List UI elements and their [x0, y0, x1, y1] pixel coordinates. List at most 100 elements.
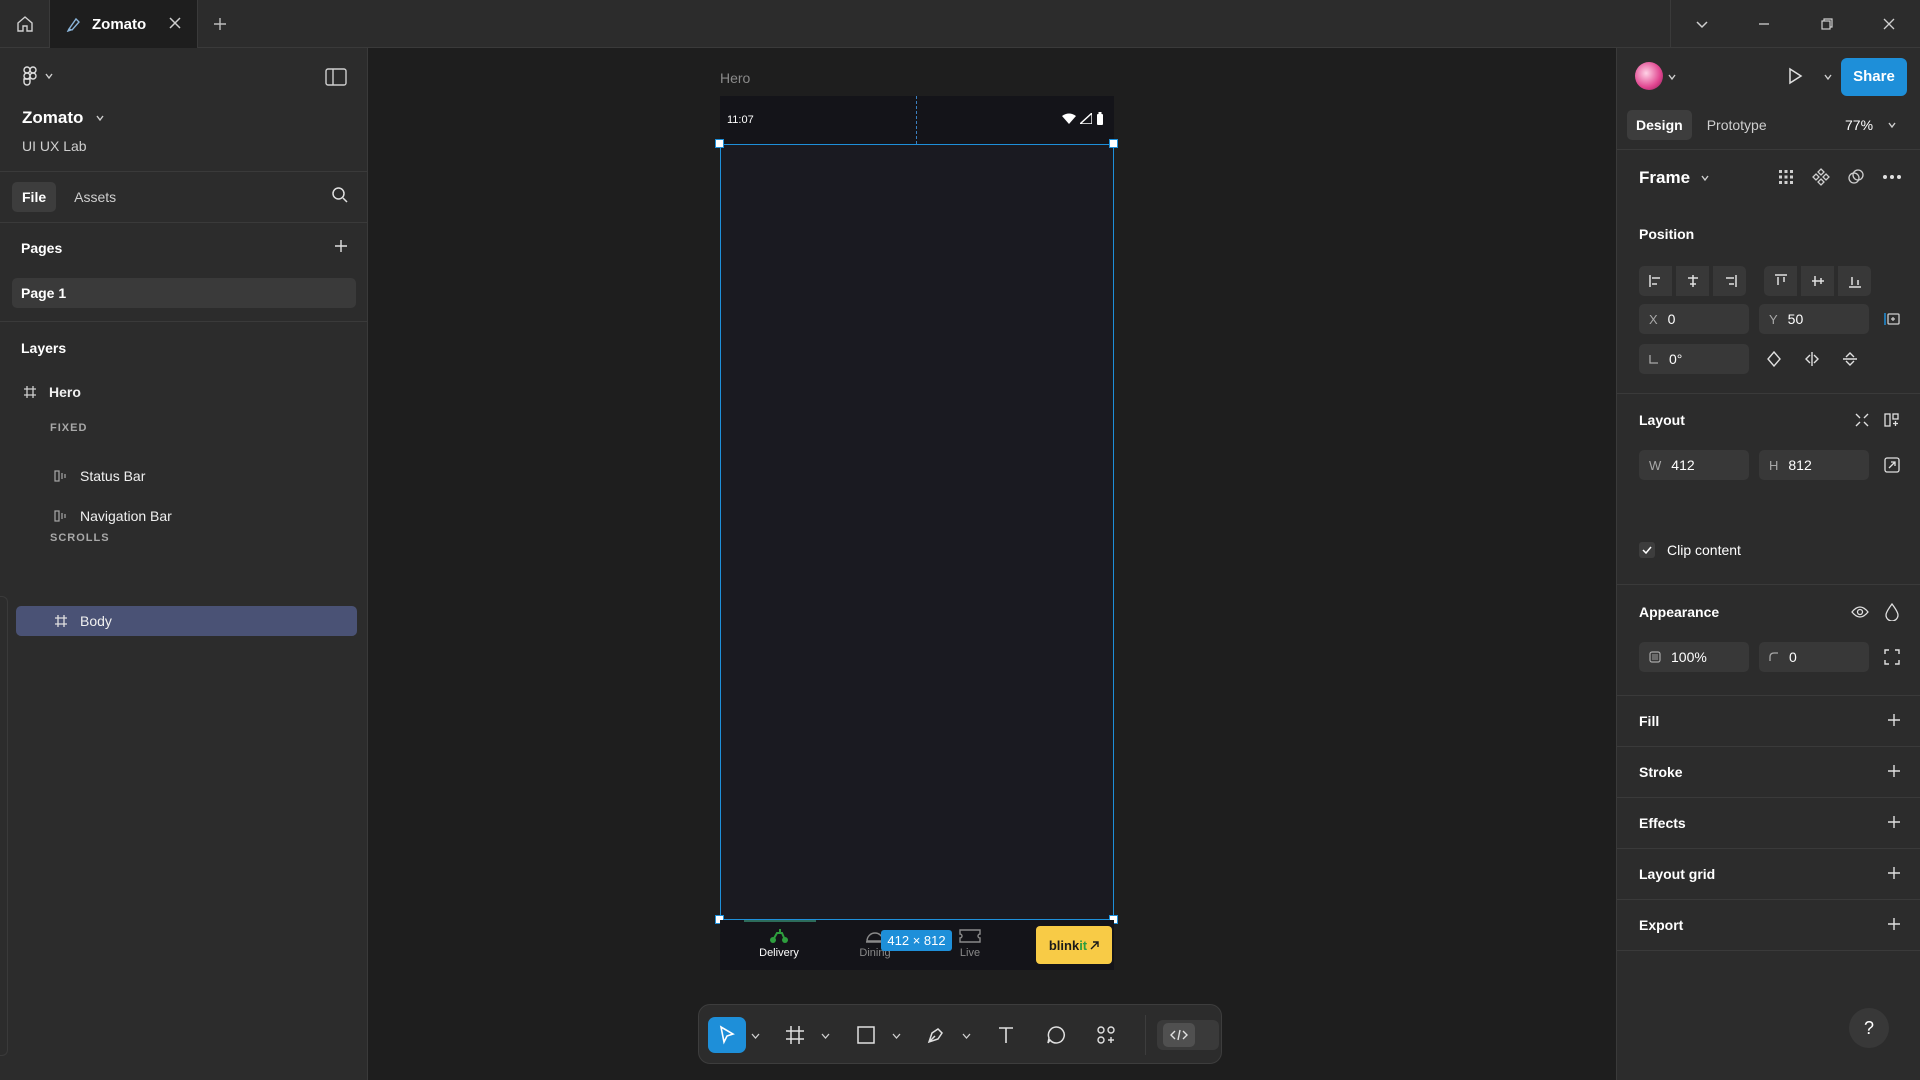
align-bottom-button[interactable] [1838, 266, 1871, 296]
tab-file[interactable]: File [12, 182, 57, 212]
rotate-button[interactable] [1759, 344, 1789, 374]
actions-tool[interactable] [1091, 1017, 1121, 1053]
clip-content-checkbox[interactable]: Clip content [1639, 542, 1741, 558]
avatar-menu-button[interactable] [1667, 72, 1677, 82]
grid-view-button[interactable] [1777, 168, 1795, 186]
main-menu-button[interactable] [22, 66, 54, 86]
chevron-down-icon [1888, 122, 1896, 129]
fixed-caption: FIXED [50, 422, 88, 434]
tab-zomato[interactable]: Zomato [50, 0, 198, 48]
frame-tool[interactable] [780, 1017, 810, 1053]
opacity-field[interactable]: 100% [1639, 642, 1749, 672]
frame-tool-menu[interactable] [818, 1017, 832, 1053]
align-top-button[interactable] [1764, 266, 1797, 296]
layer-status-bar[interactable]: Status Bar [54, 462, 145, 490]
new-tab-button[interactable] [208, 12, 232, 36]
share-button[interactable]: Share [1841, 58, 1907, 96]
search-layers-button[interactable] [331, 186, 349, 204]
shape-tool[interactable] [851, 1017, 881, 1053]
home-button[interactable] [0, 0, 50, 48]
nav-delivery[interactable]: Delivery [749, 928, 809, 959]
frame-label[interactable]: Hero [720, 70, 750, 86]
design-file-icon [66, 17, 80, 32]
restore-button[interactable] [1819, 16, 1835, 32]
move-tool-menu[interactable] [748, 1017, 762, 1053]
size-badge: 412 × 812 [881, 930, 952, 951]
layer-body[interactable]: Body [54, 607, 112, 635]
align-center-vertical-icon [1811, 276, 1824, 286]
minimize-button[interactable] [1756, 16, 1772, 32]
rotation-value: 0° [1669, 351, 1683, 367]
pen-icon [927, 1028, 943, 1044]
align-middle-button[interactable] [1801, 266, 1834, 296]
battery-icon [1097, 112, 1103, 125]
dev-mode-toggle[interactable] [1157, 1020, 1219, 1050]
align-right-button[interactable] [1713, 266, 1746, 296]
rotation-field[interactable]: 0° [1639, 344, 1749, 374]
ticket-icon [959, 929, 981, 943]
plus-icon [335, 240, 347, 252]
tabs-dropdown-button[interactable] [1694, 16, 1710, 32]
drop-icon [1885, 603, 1899, 621]
pen-tool-menu[interactable] [959, 1017, 973, 1053]
add-stroke-button[interactable] [1886, 763, 1902, 779]
page-item-page-1[interactable]: Page 1 [12, 278, 356, 308]
phone-status-bar[interactable]: 11:07 [720, 96, 1114, 144]
divider [0, 222, 368, 223]
zoom-dropdown[interactable]: 77% [1845, 117, 1897, 133]
layer-hero[interactable]: Hero [23, 378, 81, 406]
x-field[interactable]: X 0 [1639, 304, 1749, 334]
add-fill-button[interactable] [1886, 712, 1902, 728]
align-left-button[interactable] [1639, 266, 1672, 296]
frame-type-dropdown[interactable]: Frame [1639, 168, 1710, 188]
resize-to-fit-button[interactable] [1877, 450, 1907, 480]
project-name[interactable]: Zomato [22, 108, 105, 128]
corner-radius-field[interactable]: 0 [1759, 642, 1869, 672]
toggle-sidebar-button[interactable] [325, 68, 347, 86]
pen-tool[interactable] [921, 1017, 951, 1053]
mask-button[interactable] [1847, 168, 1865, 186]
blinkit-button[interactable]: blinkit [1036, 926, 1112, 964]
shape-tool-menu[interactable] [889, 1017, 903, 1053]
add-auto-layout-button[interactable] [1877, 405, 1907, 435]
close-tab-button[interactable] [167, 15, 183, 31]
align-center-h-button[interactable] [1676, 266, 1709, 296]
move-tool[interactable] [708, 1017, 746, 1053]
add-layout-grid-button[interactable] [1886, 865, 1902, 881]
constraints-button[interactable] [1877, 304, 1907, 334]
resize-handle-top-right[interactable] [1109, 139, 1118, 148]
flip-horizontal-button[interactable] [1797, 344, 1827, 374]
flip-vertical-button[interactable] [1835, 344, 1865, 374]
text-tool[interactable] [991, 1017, 1021, 1053]
effects-title: Effects [1639, 815, 1686, 831]
width-field[interactable]: W 412 [1639, 450, 1749, 480]
resize-handle-top-left[interactable] [715, 139, 724, 148]
auto-layout-resize-button[interactable] [1847, 405, 1877, 435]
tab-design[interactable]: Design [1627, 110, 1692, 140]
comment-tool[interactable] [1041, 1017, 1071, 1053]
tab-prototype[interactable]: Prototype [1698, 110, 1776, 140]
sidebar-icon [325, 68, 347, 86]
add-page-button[interactable] [333, 238, 349, 254]
more-options-button[interactable] [1882, 174, 1902, 180]
layers-title: Layers [21, 340, 67, 356]
present-button[interactable] [1785, 66, 1805, 86]
tab-assets[interactable]: Assets [64, 182, 126, 212]
x-value: 0 [1667, 311, 1676, 327]
add-export-button[interactable] [1886, 916, 1902, 932]
blinkit-text: blinkit [1049, 938, 1087, 953]
help-button[interactable]: ? [1849, 1008, 1889, 1048]
close-window-button[interactable] [1881, 16, 1897, 32]
present-menu-button[interactable] [1823, 72, 1833, 82]
y-field[interactable]: Y 50 [1759, 304, 1869, 334]
avatar[interactable] [1635, 62, 1663, 90]
divider [1617, 950, 1920, 951]
toggle-visibility-button[interactable] [1845, 597, 1875, 627]
layer-navigation-bar[interactable]: Navigation Bar [54, 502, 172, 530]
add-effect-button[interactable] [1886, 814, 1902, 830]
create-component-button[interactable] [1812, 168, 1830, 186]
chevron-down-icon [892, 1033, 900, 1039]
height-field[interactable]: H 812 [1759, 450, 1869, 480]
individual-corners-button[interactable] [1877, 642, 1907, 672]
blend-mode-button[interactable] [1877, 597, 1907, 627]
